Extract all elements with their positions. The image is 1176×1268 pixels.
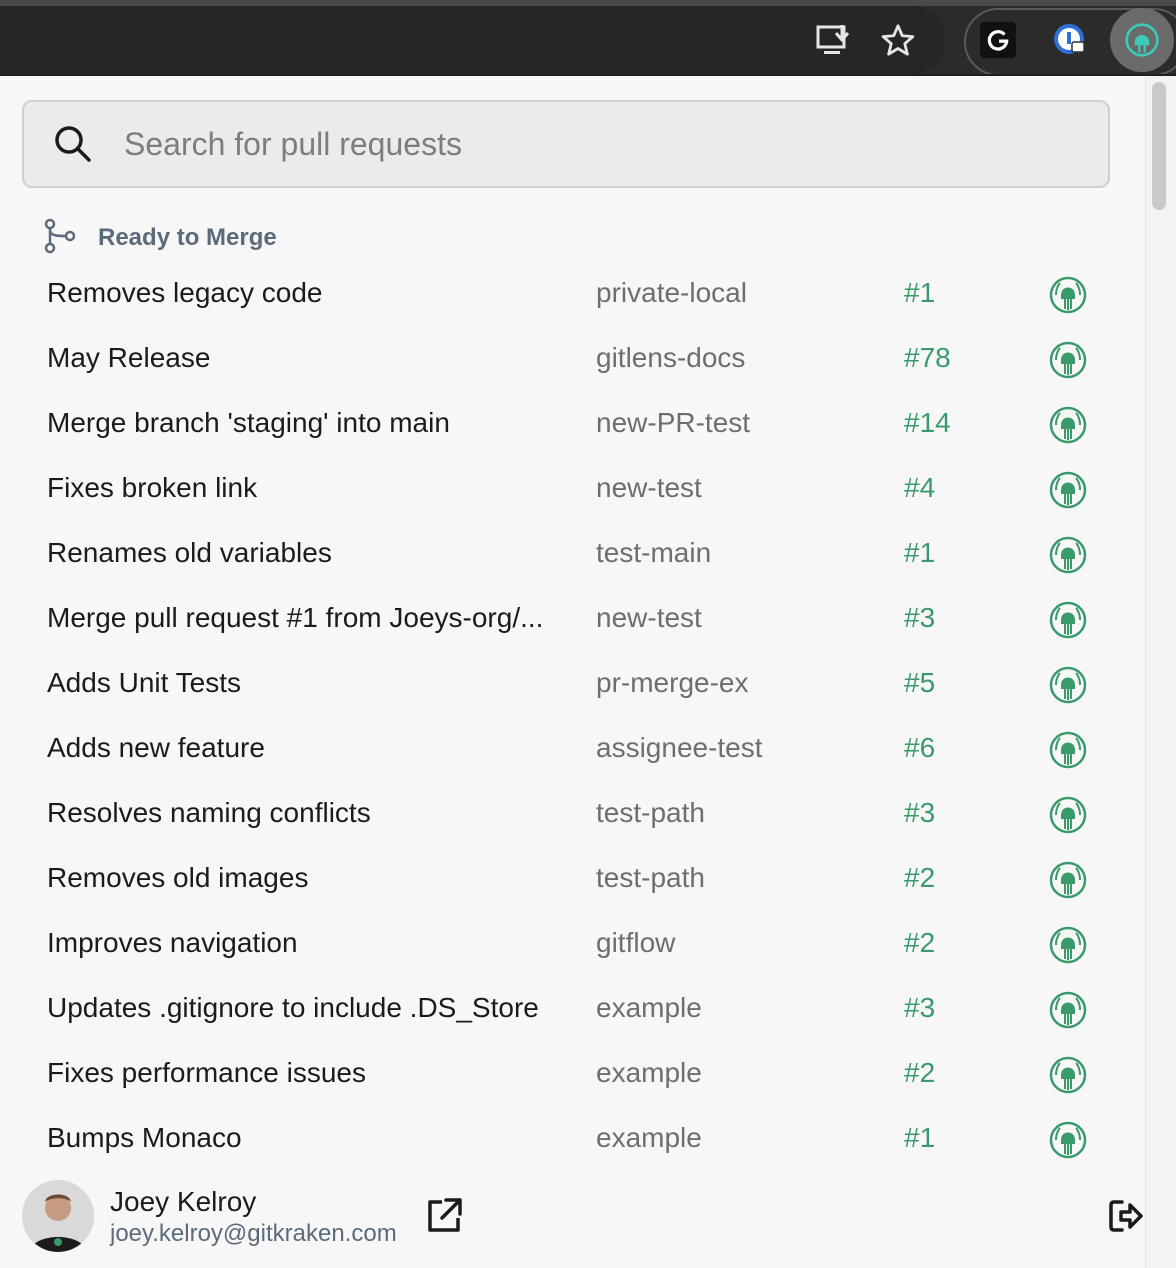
bookmark-star-icon[interactable] [878,20,918,60]
pr-repo: test-path [596,797,705,828]
pr-title[interactable]: Adds new feature [47,732,567,764]
pr-repo: new-PR-test [596,407,751,438]
avatar [22,1180,94,1252]
pull-request-row[interactable]: Adds Unit Tests pr-merge-ex #5 [0,653,1145,718]
pull-request-row[interactable]: Resolves naming conflicts test-path #3 [0,783,1145,848]
pull-request-row[interactable]: Fixes broken link new-test #4 [0,458,1145,523]
install-app-icon[interactable] [814,20,854,60]
pr-title[interactable]: Adds Unit Tests [47,667,567,699]
address-bar-area [0,6,945,74]
pr-repo: example [596,1057,702,1088]
pr-repo: new-test [596,472,702,503]
gitkraken-logo-icon[interactable] [1048,1120,1088,1160]
gitkraken-logo-icon[interactable] [1048,925,1088,965]
pr-number[interactable]: #1 [904,1122,935,1154]
gitkraken-logo-icon[interactable] [1048,275,1088,315]
pr-repo: gitflow [596,927,676,958]
pr-title[interactable]: Fixes broken link [47,472,567,504]
search-input[interactable] [122,124,1086,164]
pr-repo: new-test [596,602,702,633]
gitkraken-logo-icon[interactable] [1048,860,1088,900]
browser-toolbar [0,0,1176,76]
user-name: Joey Kelroy [110,1186,257,1217]
pr-number[interactable]: #3 [904,797,935,829]
gitkraken-logo-icon[interactable] [1048,340,1088,380]
sign-out-icon[interactable] [1106,1196,1146,1236]
gitkraken-logo-icon[interactable] [1048,1055,1088,1095]
search-box[interactable] [22,100,1110,188]
gitkraken-extension-icon[interactable] [1110,8,1174,72]
gitkraken-logo-icon[interactable] [1048,535,1088,575]
gitkraken-logo-icon[interactable] [1048,470,1088,510]
pr-number[interactable]: #14 [904,407,951,439]
open-external-icon[interactable] [424,1196,464,1236]
grammarly-icon[interactable] [980,22,1016,58]
pull-request-row[interactable]: May Release gitlens-docs #78 [0,328,1145,393]
gitkraken-logo-icon[interactable] [1048,730,1088,770]
pr-title[interactable]: Merge pull request #1 from Joeys-org/... [47,602,567,634]
pull-request-row[interactable]: Adds new feature assignee-test #6 [0,718,1145,783]
pull-request-row[interactable]: Removes old images test-path #2 [0,848,1145,913]
pr-title[interactable]: Merge branch 'staging' into main [47,407,567,439]
pr-title[interactable]: Removes legacy code [47,277,567,309]
pr-title[interactable]: Bumps Monaco [47,1122,567,1154]
pr-title[interactable]: Updates .gitignore to include .DS_Store [47,992,567,1024]
pr-number[interactable]: #3 [904,992,935,1024]
pr-title[interactable]: Removes old images [47,862,567,894]
pr-repo: example [596,1122,702,1153]
pr-repo: pr-merge-ex [596,667,749,698]
pr-repo: test-path [596,862,705,893]
pr-number[interactable]: #2 [904,1057,935,1089]
pr-title[interactable]: Resolves naming conflicts [47,797,567,829]
pr-number[interactable]: #3 [904,602,935,634]
pull-request-row[interactable]: Improves navigation gitflow #2 [0,913,1145,978]
pr-number[interactable]: #1 [904,537,935,569]
pull-request-row[interactable]: Renames old variables test-main #1 [0,523,1145,588]
password-manager-icon[interactable] [1052,22,1088,58]
user-email: joey.kelroy@gitkraken.com [110,1220,397,1247]
pr-number[interactable]: #4 [904,472,935,504]
git-merge-icon [44,218,76,259]
pr-repo: assignee-test [596,732,763,763]
pr-repo: gitlens-docs [596,342,746,373]
pr-repo: test-main [596,537,712,568]
section-header-ready-to-merge: Ready to Merge [44,218,277,258]
pr-title[interactable]: Fixes performance issues [47,1057,567,1089]
pull-request-list: Removes legacy code private-local #1 May Re… [0,263,1145,1173]
pr-repo: example [596,992,702,1023]
gitkraken-logo-icon[interactable] [1048,665,1088,705]
gitkraken-logo-icon[interactable] [1048,990,1088,1030]
pr-number[interactable]: #5 [904,667,935,699]
gitkraken-logo-icon[interactable] [1048,600,1088,640]
pull-request-row[interactable]: Merge pull request #1 from Joeys-org/...… [0,588,1145,653]
search-icon [24,124,122,164]
pull-request-row[interactable]: Merge branch 'staging' into main new-PR-t… [0,393,1145,458]
pr-title[interactable]: Improves navigation [47,927,567,959]
gitkraken-logo-icon[interactable] [1048,405,1088,445]
pr-title[interactable]: Renames old variables [47,537,567,569]
pull-request-row[interactable]: Fixes performance issues example #2 [0,1043,1145,1108]
pr-number[interactable]: #78 [904,342,951,374]
pr-repo: private-local [596,277,747,308]
gitkraken-logo-icon[interactable] [1048,795,1088,835]
pull-request-row[interactable]: Updates .gitignore to include .DS_Store e… [0,978,1145,1043]
scrollbar-track[interactable] [1145,76,1176,1268]
pr-number[interactable]: #2 [904,862,935,894]
pr-number[interactable]: #2 [904,927,935,959]
pr-number[interactable]: #6 [904,732,935,764]
section-label: Ready to Merge [98,224,277,251]
pull-request-row[interactable]: Removes legacy code private-local #1 [0,263,1145,328]
pr-number[interactable]: #1 [904,277,935,309]
pr-title[interactable]: May Release [47,342,567,374]
scrollbar-thumb[interactable] [1152,82,1166,210]
